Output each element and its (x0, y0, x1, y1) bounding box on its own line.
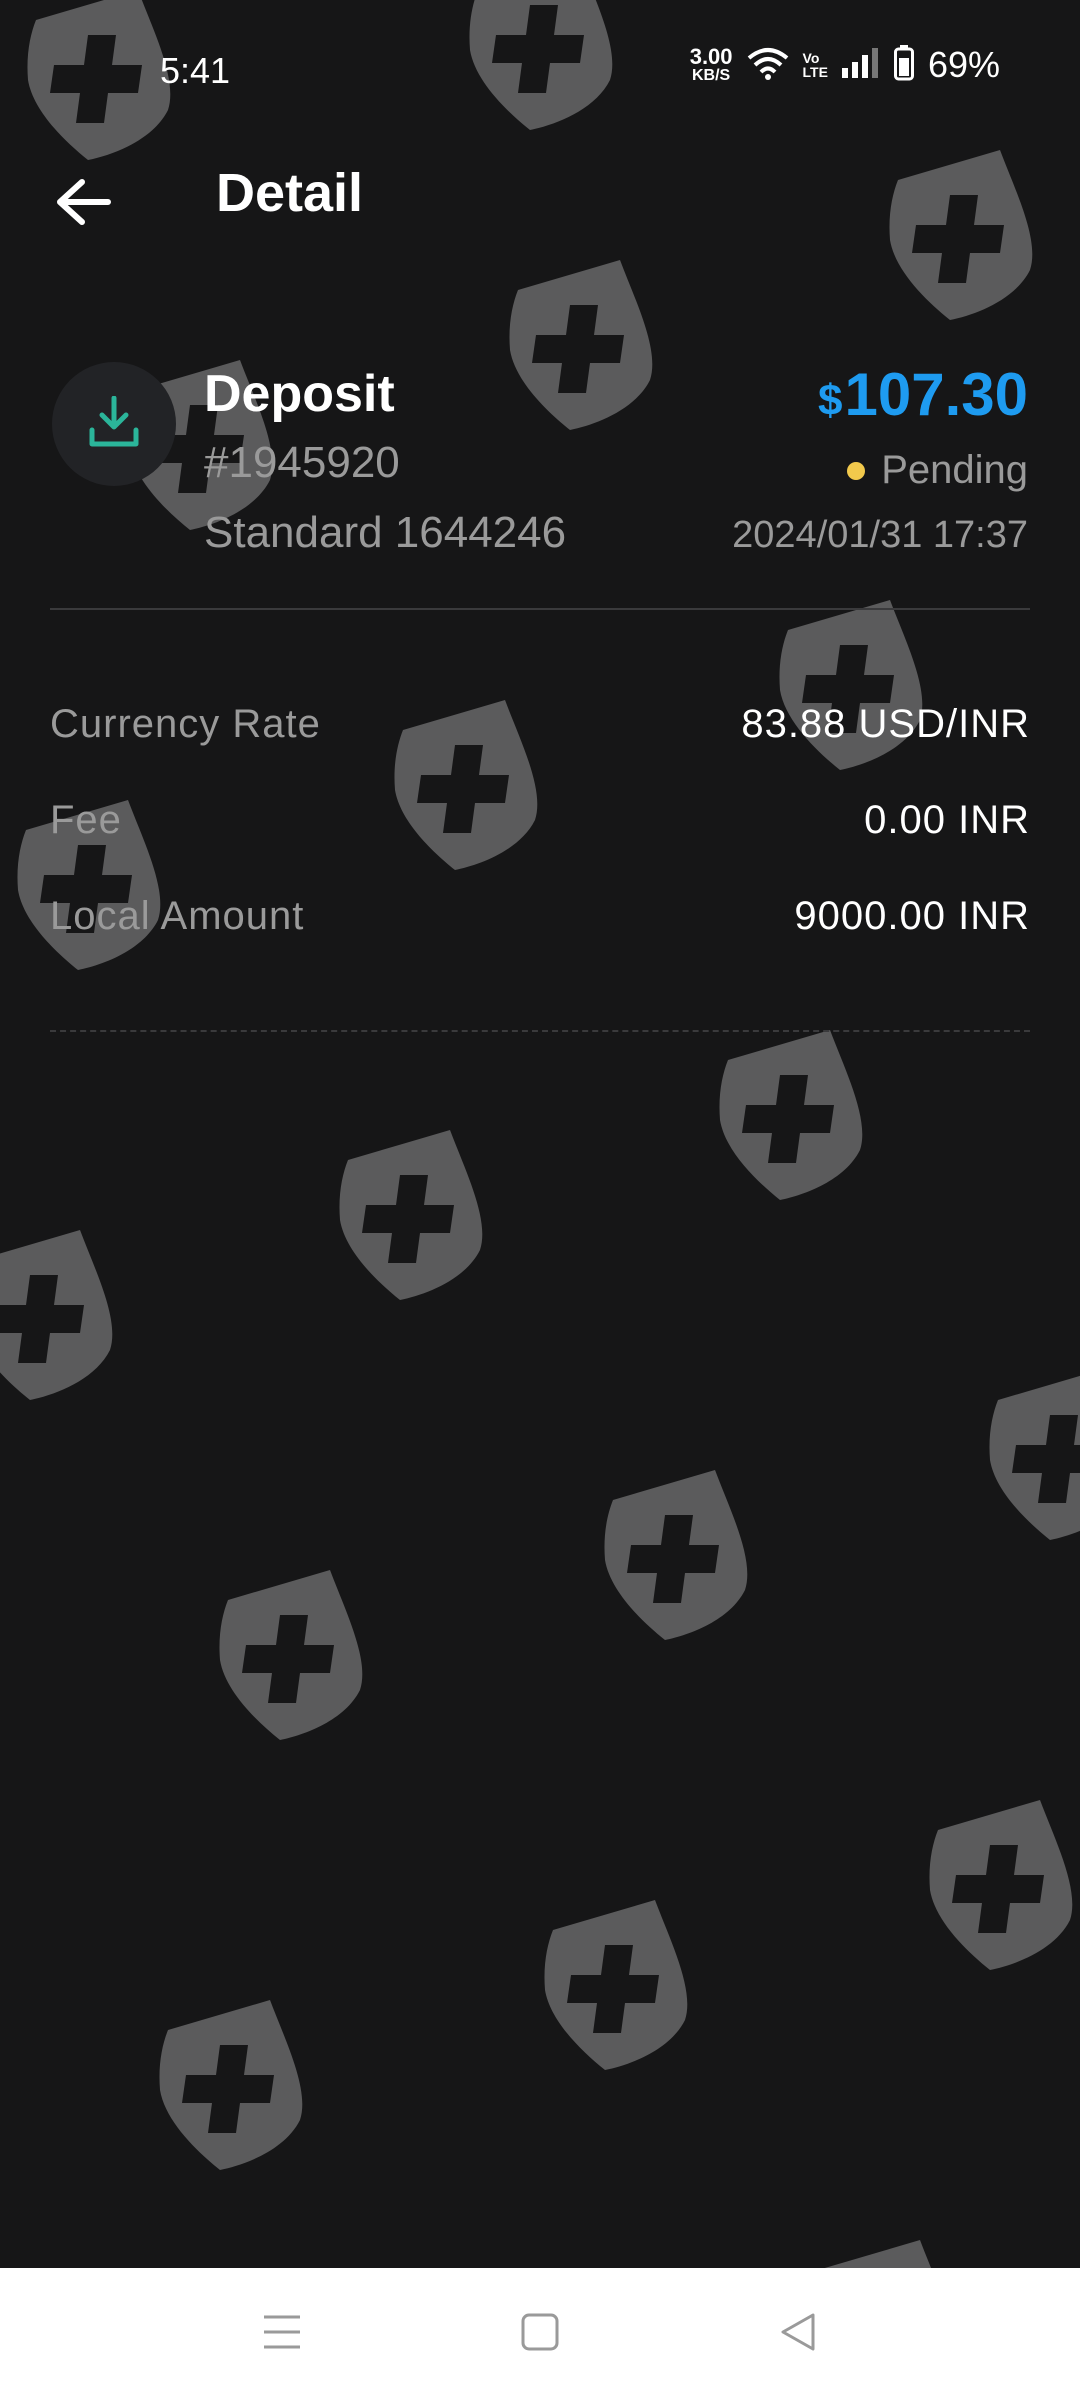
back-nav-button[interactable] (768, 2304, 828, 2364)
divider (50, 608, 1030, 610)
shield-plus-icon (150, 2000, 310, 2170)
signal-icon (841, 47, 880, 83)
screen: 5:41 3.00 KB/S Vo LTE 69% Detail Deposit… (0, 0, 1080, 2400)
shield-plus-icon (980, 1370, 1080, 1540)
network-speed-value: 3.00 (689, 44, 733, 69)
status-time: 5:41 (160, 50, 231, 91)
status-bar: 5:41 3.00 KB/S Vo LTE 69% (0, 0, 1080, 140)
transaction-datetime: 2024/01/31 17:37 (732, 514, 1028, 556)
shield-plus-icon (210, 1570, 370, 1740)
transaction-status: Pending (847, 448, 1028, 493)
transaction-type: Deposit (204, 365, 395, 423)
shield-plus-icon (595, 1470, 755, 1640)
detail-value: 9000.00 INR (794, 893, 1030, 938)
volte-indicator: Vo LTE (803, 51, 828, 79)
shield-plus-icon (920, 1800, 1080, 1970)
currency-symbol: $ (818, 376, 843, 425)
transaction-id: #1945920 (204, 438, 400, 487)
detail-row-fee: Fee 0.00 INR (50, 790, 1030, 850)
status-icons: 3.00 KB/S Vo LTE 69% (690, 44, 1000, 86)
menu-button[interactable] (252, 2304, 312, 2364)
detail-label: Fee (50, 797, 122, 842)
dashed-divider (50, 1030, 1030, 1032)
system-nav-bar (0, 2268, 1080, 2400)
shield-plus-icon (535, 1900, 695, 2070)
network-speed-unit: KB/S (692, 67, 731, 84)
detail-label: Currency Rate (50, 701, 321, 746)
shield-plus-icon (330, 1130, 490, 1300)
wifi-icon (747, 46, 789, 85)
detail-row-currency-rate: Currency Rate 83.88 USD/INR (50, 694, 1030, 754)
header: Detail (0, 150, 1080, 250)
home-button[interactable] (510, 2304, 570, 2364)
back-button[interactable] (48, 168, 120, 240)
transaction-icon-container (52, 362, 176, 486)
transaction-amount: $ 107.30 (818, 360, 1028, 429)
transaction-account: Standard 1644246 (204, 508, 567, 557)
back-triangle-icon (779, 2312, 817, 2357)
detail-label: Local Amount (50, 893, 305, 938)
amount-value: 107.30 (844, 361, 1028, 428)
detail-value: 83.88 USD/INR (741, 701, 1030, 746)
menu-icon (262, 2314, 302, 2355)
detail-row-local-amount: Local Amount 9000.00 INR (50, 886, 1030, 946)
download-icon (89, 395, 139, 453)
status-dot-icon (847, 461, 866, 480)
shield-plus-icon (500, 260, 660, 430)
detail-value: 0.00 INR (864, 797, 1030, 842)
battery-percent: 69% (927, 44, 1000, 85)
status-text: Pending (881, 448, 1028, 492)
shield-plus-icon (0, 1230, 120, 1400)
volte-bottom: LTE (802, 64, 828, 80)
volte-top: Vo (802, 50, 820, 66)
shield-plus-icon (710, 1030, 870, 1200)
home-square-icon (521, 2313, 559, 2356)
page-title: Detail (216, 163, 364, 223)
battery-icon (893, 44, 914, 86)
arrow-left-icon (56, 178, 112, 231)
network-speed: 3.00 KB/S (690, 46, 733, 84)
